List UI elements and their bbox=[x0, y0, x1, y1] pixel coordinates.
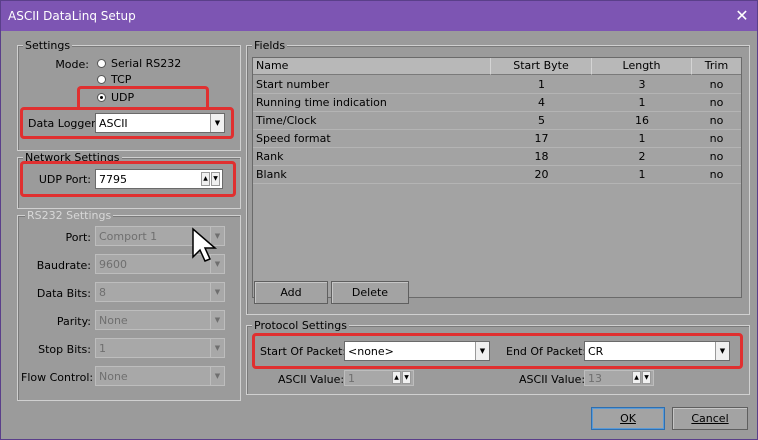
ok-button-label: OK bbox=[620, 412, 636, 425]
ascii-spinner-2[interactable]: ▲ ▼ bbox=[632, 371, 651, 385]
table-cell: no bbox=[709, 114, 724, 127]
fields-table[interactable]: Name Start Byte Length Trim Start number… bbox=[252, 57, 742, 298]
ok-button[interactable]: OK bbox=[591, 407, 665, 430]
stopbits-label: Stop Bits: bbox=[38, 343, 91, 356]
table-cell: 16 bbox=[635, 114, 649, 127]
table-cell: 3 bbox=[638, 78, 646, 91]
table-cell: 17 bbox=[534, 132, 549, 145]
cancel-button[interactable]: Cancel bbox=[672, 407, 748, 430]
mode-tcp-label[interactable]: TCP bbox=[111, 73, 131, 86]
ascii-spinner-1[interactable]: ▲ ▼ bbox=[392, 371, 411, 385]
col-header-start-byte[interactable]: Start Byte bbox=[491, 58, 592, 75]
chevron-down-icon[interactable]: ▼ bbox=[210, 311, 224, 329]
table-cell: 1 bbox=[538, 78, 545, 91]
chevron-down-icon[interactable]: ▼ bbox=[210, 367, 224, 385]
col-header-length-label: Length bbox=[622, 59, 661, 72]
port-label: Port: bbox=[65, 231, 91, 244]
table-row[interactable]: Blank 20 1 no bbox=[253, 166, 741, 184]
table-cell: Running time indication bbox=[256, 96, 387, 109]
spin-down-icon[interactable]: ▼ bbox=[402, 371, 411, 384]
table-row[interactable]: Rank 18 2 no bbox=[253, 148, 741, 166]
parity-select[interactable]: None ▼ bbox=[95, 310, 225, 330]
rs232-group-label: RS232 Settings bbox=[25, 209, 114, 222]
mode-radio-serial[interactable] bbox=[97, 59, 106, 68]
table-cell: no bbox=[709, 96, 724, 109]
table-cell: 1 bbox=[638, 96, 646, 109]
table-cell: 1 bbox=[638, 168, 646, 181]
port-value: Comport 1 bbox=[99, 230, 158, 243]
chevron-down-icon[interactable]: ▼ bbox=[210, 339, 224, 357]
cancel-button-label: Cancel bbox=[691, 412, 729, 425]
chevron-down-icon[interactable]: ▼ bbox=[210, 283, 224, 301]
table-cell: no bbox=[709, 132, 724, 145]
ascii-value-label-2: ASCII Value: bbox=[519, 373, 586, 386]
col-header-name[interactable]: Name bbox=[253, 58, 491, 75]
flow-control-value: None bbox=[99, 370, 128, 383]
col-header-trim[interactable]: Trim bbox=[692, 58, 741, 75]
add-button[interactable]: Add bbox=[254, 281, 328, 304]
data-logger-highlight bbox=[20, 107, 234, 139]
ascii-value-1: 1 bbox=[348, 372, 355, 385]
parity-label: Parity: bbox=[56, 315, 91, 328]
spin-up-icon[interactable]: ▲ bbox=[392, 371, 401, 384]
udp-port-highlight bbox=[20, 161, 236, 197]
table-cell: 4 bbox=[538, 96, 545, 109]
col-header-start-byte-label: Start Byte bbox=[513, 59, 569, 72]
mode-radio-tcp[interactable] bbox=[97, 75, 106, 84]
table-cell: Rank bbox=[256, 150, 284, 163]
table-cell: Blank bbox=[256, 168, 287, 181]
databits-label: Data Bits: bbox=[36, 287, 91, 300]
mode-label: Mode: bbox=[55, 58, 89, 71]
settings-group-label: Settings bbox=[23, 39, 73, 52]
mode-serial-label[interactable]: Serial RS232 bbox=[111, 57, 181, 70]
window-title: ASCII DataLinq Setup bbox=[8, 9, 136, 23]
table-cell: 18 bbox=[534, 150, 549, 163]
fields-group-label: Fields bbox=[252, 39, 288, 52]
mouse-cursor-icon bbox=[192, 227, 218, 262]
table-cell: no bbox=[709, 168, 724, 181]
table-cell: Speed format bbox=[256, 132, 331, 145]
delete-button[interactable]: Delete bbox=[331, 281, 409, 304]
spin-down-icon[interactable]: ▼ bbox=[642, 371, 651, 384]
databits-select[interactable]: 8 ▼ bbox=[95, 282, 225, 302]
delete-button-label: Delete bbox=[351, 286, 389, 299]
protocol-highlight bbox=[252, 333, 743, 369]
baudrate-value: 9600 bbox=[99, 258, 127, 271]
col-header-name-label: Name bbox=[256, 59, 289, 72]
title-bar[interactable]: ASCII DataLinq Setup ✕ bbox=[1, 1, 757, 31]
table-cell: 2 bbox=[638, 150, 646, 163]
table-row[interactable]: Speed format 17 1 no bbox=[253, 130, 741, 148]
close-icon[interactable]: ✕ bbox=[727, 1, 757, 31]
table-cell: Start number bbox=[256, 78, 330, 91]
stopbits-value: 1 bbox=[99, 342, 106, 355]
flow-control-select[interactable]: None ▼ bbox=[95, 366, 225, 386]
table-row[interactable]: Running time indication 4 1 no bbox=[253, 94, 741, 112]
baudrate-label: Baudrate: bbox=[36, 259, 91, 272]
ascii-value-2: 13 bbox=[588, 372, 602, 385]
col-header-trim-label: Trim bbox=[704, 59, 729, 72]
dialog-window: ASCII DataLinq Setup ✕ Settings Mode: Se… bbox=[0, 0, 758, 440]
stopbits-select[interactable]: 1 ▼ bbox=[95, 338, 225, 358]
table-cell: no bbox=[709, 78, 724, 91]
table-row[interactable]: Time/Clock 5 16 no bbox=[253, 112, 741, 130]
ascii-value-input-1[interactable]: 1 ▲ ▼ bbox=[344, 370, 414, 386]
col-header-length[interactable]: Length bbox=[592, 58, 692, 75]
table-cell: 5 bbox=[538, 114, 545, 127]
table-cell: 1 bbox=[638, 132, 646, 145]
table-cell: Time/Clock bbox=[256, 114, 317, 127]
databits-value: 8 bbox=[99, 286, 106, 299]
ascii-value-input-2[interactable]: 13 ▲ ▼ bbox=[584, 370, 654, 386]
add-button-label: Add bbox=[280, 286, 302, 299]
table-cell: no bbox=[709, 150, 724, 163]
dialog-client: Settings Mode: Serial RS232 TCP UDP Data… bbox=[1, 31, 757, 439]
table-cell: 20 bbox=[534, 168, 549, 181]
table-row[interactable]: Start number 1 3 no bbox=[253, 76, 741, 94]
protocol-group-label: Protocol Settings bbox=[252, 319, 349, 332]
udp-highlight bbox=[77, 86, 209, 108]
spin-up-icon[interactable]: ▲ bbox=[632, 371, 641, 384]
flow-control-label: Flow Control: bbox=[21, 371, 94, 384]
parity-value: None bbox=[99, 314, 128, 327]
ascii-value-label-1: ASCII Value: bbox=[278, 373, 345, 386]
